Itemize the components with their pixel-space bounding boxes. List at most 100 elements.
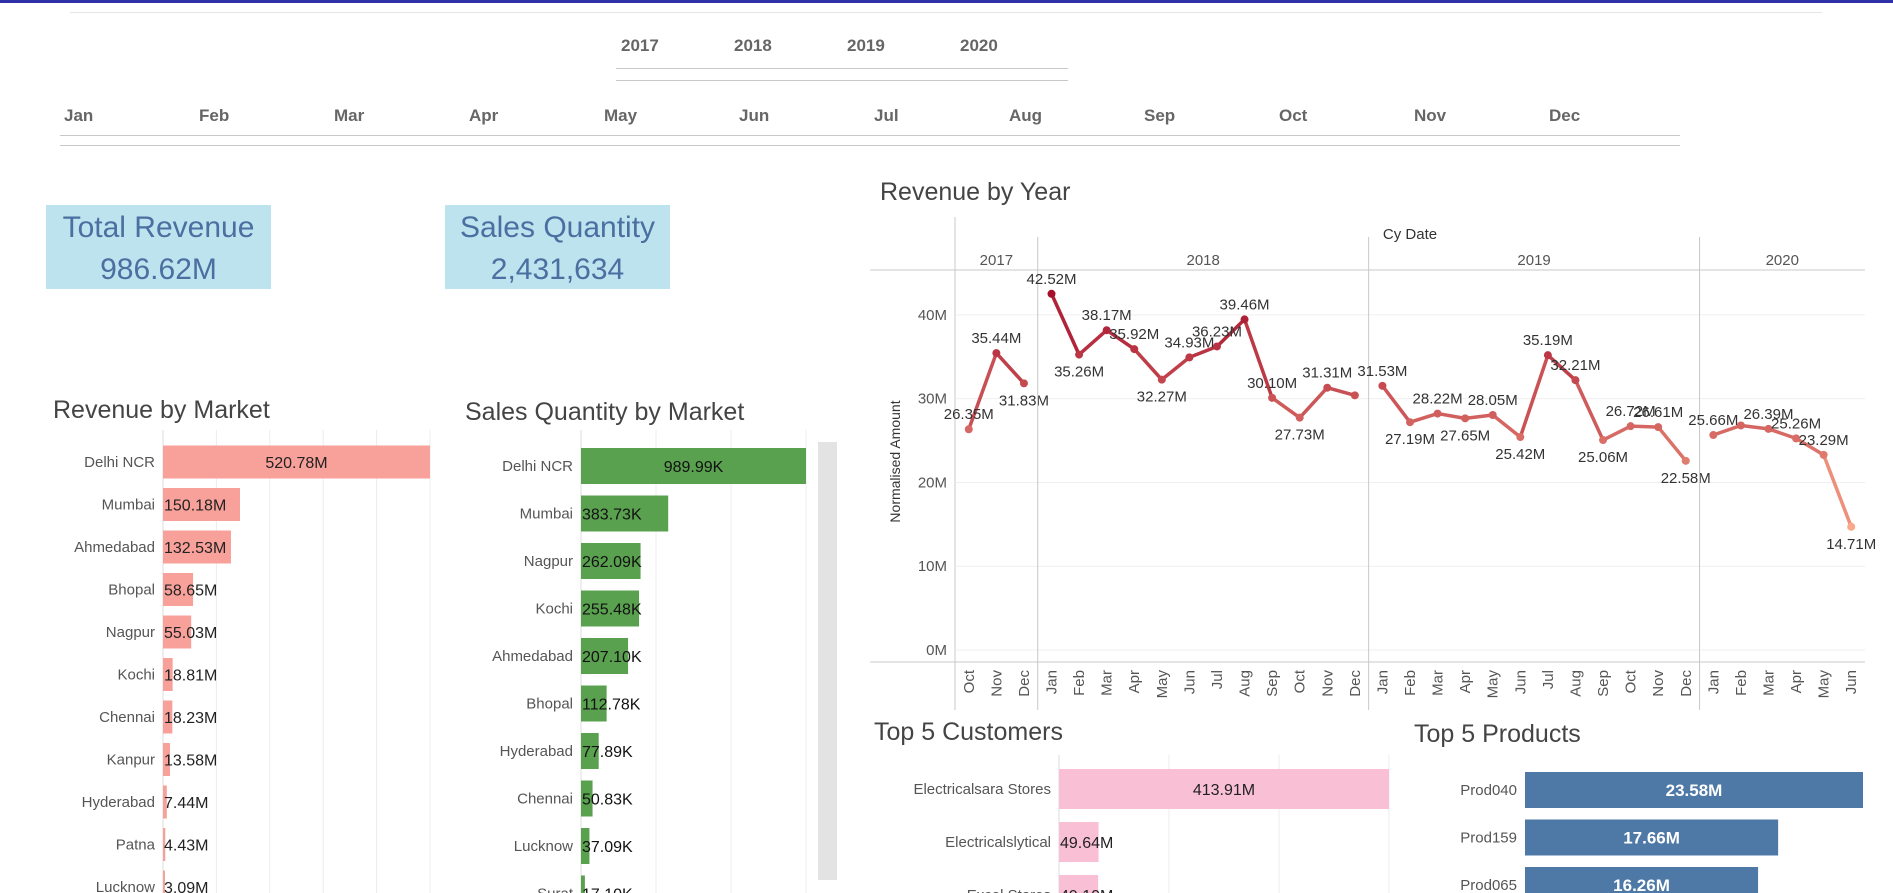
x-tick-label: Feb: [1402, 670, 1419, 696]
data-label: 25.06M: [1578, 449, 1628, 466]
x-tick-label: Oct: [961, 669, 978, 693]
data-label: 35.44M: [971, 330, 1021, 347]
sales-quantity-card: Sales Quantity 2,431,634: [445, 205, 670, 289]
x-tick-label: Sep: [1264, 670, 1281, 697]
data-label: 25.42M: [1495, 446, 1545, 463]
year-header: 2020: [1766, 252, 1799, 269]
revenue-by-year-title: Revenue by Year: [880, 178, 1071, 206]
top-customers-title: Top 5 Customers: [874, 718, 1063, 746]
series-segment: [1518, 353, 1550, 439]
category-label: Surat: [537, 886, 574, 893]
month-filter-item[interactable]: May: [600, 106, 735, 126]
series-segment: [1628, 424, 1660, 429]
data-point: [1378, 381, 1387, 390]
year-filter-item[interactable]: 2018: [729, 36, 842, 56]
category-label: Kochi: [535, 601, 573, 618]
month-filter-item[interactable]: Dec: [1545, 106, 1680, 126]
data-label: 27.19M: [1385, 431, 1435, 448]
data-label: 23.58M: [1666, 781, 1723, 800]
data-point: [1516, 433, 1525, 442]
x-tick-label: Jul: [1209, 670, 1226, 689]
category-label: Mumbai: [102, 497, 155, 514]
x-tick-label: Aug: [1237, 670, 1254, 697]
data-point: [1323, 383, 1332, 392]
data-point: [1350, 391, 1359, 400]
month-filter-item[interactable]: Oct: [1275, 106, 1410, 126]
month-filter-divider: [60, 145, 1680, 146]
x-tick-label: Mar: [1430, 670, 1447, 696]
category-label: Bhopal: [108, 582, 155, 599]
data-label: 25.26M: [1771, 415, 1821, 432]
data-label: 13.58M: [164, 753, 217, 770]
data-label: 262.09K: [582, 554, 642, 571]
category-label: Prod159: [1460, 830, 1517, 847]
month-filter-item[interactable]: Jun: [735, 106, 870, 126]
data-label: 32.21M: [1550, 357, 1600, 374]
year-filter: 2017 2018 2019 2020: [616, 36, 1068, 56]
series-segment: [1160, 355, 1192, 382]
month-filter-item[interactable]: Nov: [1410, 106, 1545, 126]
category-label: Nagpur: [524, 553, 573, 570]
x-tick-label: Jun: [1843, 670, 1860, 694]
x-tick-label: Jan: [1374, 670, 1391, 694]
month-filter-item[interactable]: Feb: [195, 106, 330, 126]
y-tick-label: 20M: [918, 474, 947, 491]
data-point: [1185, 353, 1194, 362]
data-point: [1406, 418, 1414, 427]
x-tick-label: Apr: [1126, 670, 1143, 693]
month-filter-item[interactable]: Apr: [465, 106, 600, 126]
series-segment: [1325, 385, 1357, 398]
month-filter-item[interactable]: Jan: [60, 106, 195, 126]
data-label: 32.27M: [1137, 389, 1187, 406]
data-label: 49.10M: [1060, 888, 1113, 893]
data-label: 27.73M: [1275, 427, 1325, 444]
year-filter-divider: [616, 80, 1068, 81]
y-tick-label: 0M: [926, 642, 947, 659]
data-point: [1130, 345, 1139, 354]
x-tick-label: Jan: [1705, 670, 1722, 694]
x-tick-label: Aug: [1567, 670, 1584, 697]
top-divider: [70, 12, 1822, 13]
data-label: 112.78K: [582, 697, 641, 714]
data-point: [1654, 423, 1663, 432]
data-point: [1157, 375, 1166, 384]
x-tick-label: Nov: [988, 670, 1005, 697]
year-header: 2017: [980, 252, 1013, 269]
x-tick-label: Jul: [1540, 670, 1557, 689]
data-label: 35.19M: [1523, 332, 1573, 349]
series-segment: [1490, 413, 1523, 439]
data-point: [1019, 379, 1028, 388]
data-label: 16.26M: [1613, 876, 1670, 893]
series-segment: [1270, 396, 1302, 420]
data-point: [1571, 376, 1580, 385]
year-header: 2019: [1517, 252, 1550, 269]
month-filter-item[interactable]: Jul: [870, 106, 1005, 126]
month-filter-item[interactable]: Aug: [1005, 106, 1140, 126]
qty-by-market-scrollbar[interactable]: [818, 442, 837, 880]
month-filter-item[interactable]: Sep: [1140, 106, 1275, 126]
category-label: Ahmedabad: [74, 539, 155, 556]
category-label: Delhi NCR: [84, 454, 155, 471]
category-label: Patna: [116, 837, 156, 854]
data-label: 36.23M: [1192, 323, 1242, 340]
x-tick-label: Jan: [1044, 670, 1061, 694]
year-filter-item[interactable]: 2019: [842, 36, 955, 56]
series-segment: [1077, 328, 1109, 357]
category-label: Prod040: [1460, 782, 1517, 799]
year-filter-slider-track[interactable]: [616, 68, 1068, 69]
category-label: Electricalsara Stores: [913, 781, 1051, 798]
series-segment: [1408, 411, 1440, 424]
total-revenue-value: 986.62M: [100, 253, 217, 286]
x-tick-label: Oct: [1623, 669, 1640, 693]
year-filter-item[interactable]: 2017: [616, 36, 729, 56]
data-label: 7.44M: [164, 795, 208, 812]
year-filter-item[interactable]: 2020: [955, 36, 1068, 56]
category-label: Lucknow: [96, 879, 155, 893]
data-point: [1709, 431, 1718, 440]
data-label: 38.17M: [1082, 307, 1132, 324]
top-products-chart: Prod040 23.58M Prod159 17.66M Prod065 16.26M: [1460, 772, 1863, 893]
month-filter-slider-track[interactable]: [60, 135, 1680, 136]
category-label: Lucknow: [514, 838, 573, 855]
data-point: [1047, 289, 1056, 298]
month-filter-item[interactable]: Mar: [330, 106, 465, 126]
